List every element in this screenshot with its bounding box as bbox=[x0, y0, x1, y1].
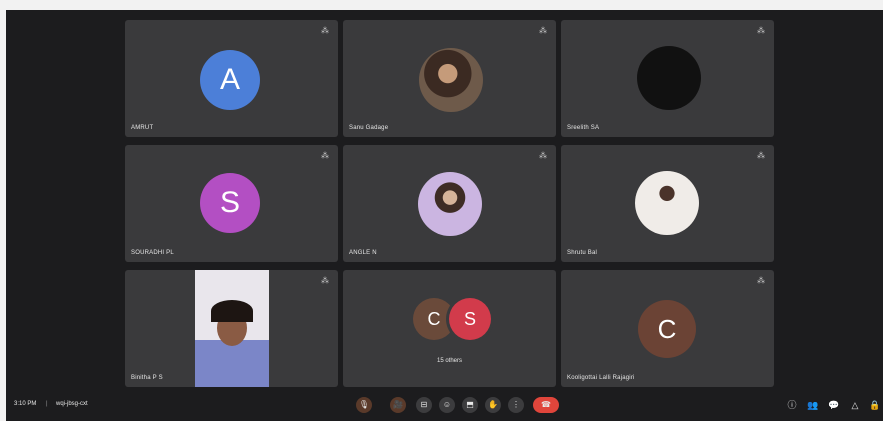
avatar bbox=[418, 172, 482, 236]
avatar bbox=[419, 48, 483, 112]
participant-name: AMRUT bbox=[131, 125, 154, 131]
participant-name: ANGLE N bbox=[349, 250, 377, 256]
meet-window: ⁂ A AMRUT ⁂ Sanu Gadage ⁂ Sreelith SA ⁂ … bbox=[6, 10, 883, 421]
participant-name: Shrutu Bal bbox=[567, 250, 598, 256]
meeting-code: wqi-jbsg-cxt bbox=[56, 401, 88, 407]
participant-name: Sreelith SA bbox=[567, 125, 600, 131]
mic-off-icon: ⁂ bbox=[539, 151, 547, 160]
others-tile[interactable]: C S 15 others bbox=[343, 270, 556, 387]
bottom-control-bar: 3:10 PM | wqi-jbsg-cxt 🎙 🎥 ⊟ ☺ ⬒ ✋ ⋮ ☎ ⓘ… bbox=[6, 391, 883, 421]
activities-icon[interactable]: △ bbox=[849, 399, 861, 411]
end-call-button[interactable]: ☎ bbox=[533, 397, 559, 413]
mic-off-icon: ⁂ bbox=[757, 276, 765, 285]
participant-video bbox=[195, 270, 269, 387]
camera-button[interactable]: 🎥 bbox=[390, 397, 406, 413]
participant-name: Sanu Gadage bbox=[349, 125, 389, 131]
participant-tile[interactable]: ⁂ Shrutu Bal bbox=[561, 145, 774, 262]
avatar: S bbox=[200, 173, 260, 233]
emoji-button[interactable]: ☺ bbox=[439, 397, 455, 413]
mic-off-icon: ⁂ bbox=[321, 151, 329, 160]
mic-button[interactable]: 🎙 bbox=[356, 397, 372, 413]
people-icon[interactable]: 👥 bbox=[807, 399, 819, 411]
separator: | bbox=[46, 401, 48, 407]
participant-tile[interactable]: ⁂ Sreelith SA bbox=[561, 20, 774, 137]
mic-off-icon: ⁂ bbox=[321, 26, 329, 35]
participant-name: Binitha P S bbox=[131, 375, 163, 381]
raise-hand-button[interactable]: ✋ bbox=[485, 397, 501, 413]
participant-tile[interactable]: ⁂ Binitha P S bbox=[125, 270, 338, 387]
participant-tile[interactable]: ⁂ Sanu Gadage bbox=[343, 20, 556, 137]
avatar: A bbox=[200, 50, 260, 110]
info-icon[interactable]: ⓘ bbox=[786, 399, 798, 411]
participant-name: SOURADHI PL bbox=[131, 250, 174, 256]
participant-tile[interactable]: ⁂ ANGLE N bbox=[343, 145, 556, 262]
participant-tile[interactable]: ⁂ S SOURADHI PL bbox=[125, 145, 338, 262]
avatar: S bbox=[449, 298, 491, 340]
captions-button[interactable]: ⊟ bbox=[416, 397, 432, 413]
lock-icon[interactable]: 🔒 bbox=[869, 399, 881, 411]
others-count: 15 others bbox=[436, 358, 463, 364]
present-button[interactable]: ⬒ bbox=[462, 397, 478, 413]
avatar: C bbox=[638, 300, 696, 358]
more-options-button[interactable]: ⋮ bbox=[508, 397, 524, 413]
mic-off-icon: ⁂ bbox=[757, 151, 765, 160]
avatar bbox=[635, 171, 699, 235]
mic-off-icon: ⁂ bbox=[539, 26, 547, 35]
participant-name: Kooligottai Lalli Rajagiri bbox=[567, 375, 635, 381]
avatar bbox=[637, 46, 701, 110]
mic-off-icon: ⁂ bbox=[321, 276, 329, 285]
participant-tile[interactable]: ⁂ C Kooligottai Lalli Rajagiri bbox=[561, 270, 774, 387]
mic-off-icon: ⁂ bbox=[757, 26, 765, 35]
participant-tile[interactable]: ⁂ A AMRUT bbox=[125, 20, 338, 137]
chat-icon[interactable]: 💬 bbox=[828, 399, 840, 411]
meeting-time: 3:10 PM bbox=[14, 401, 37, 407]
